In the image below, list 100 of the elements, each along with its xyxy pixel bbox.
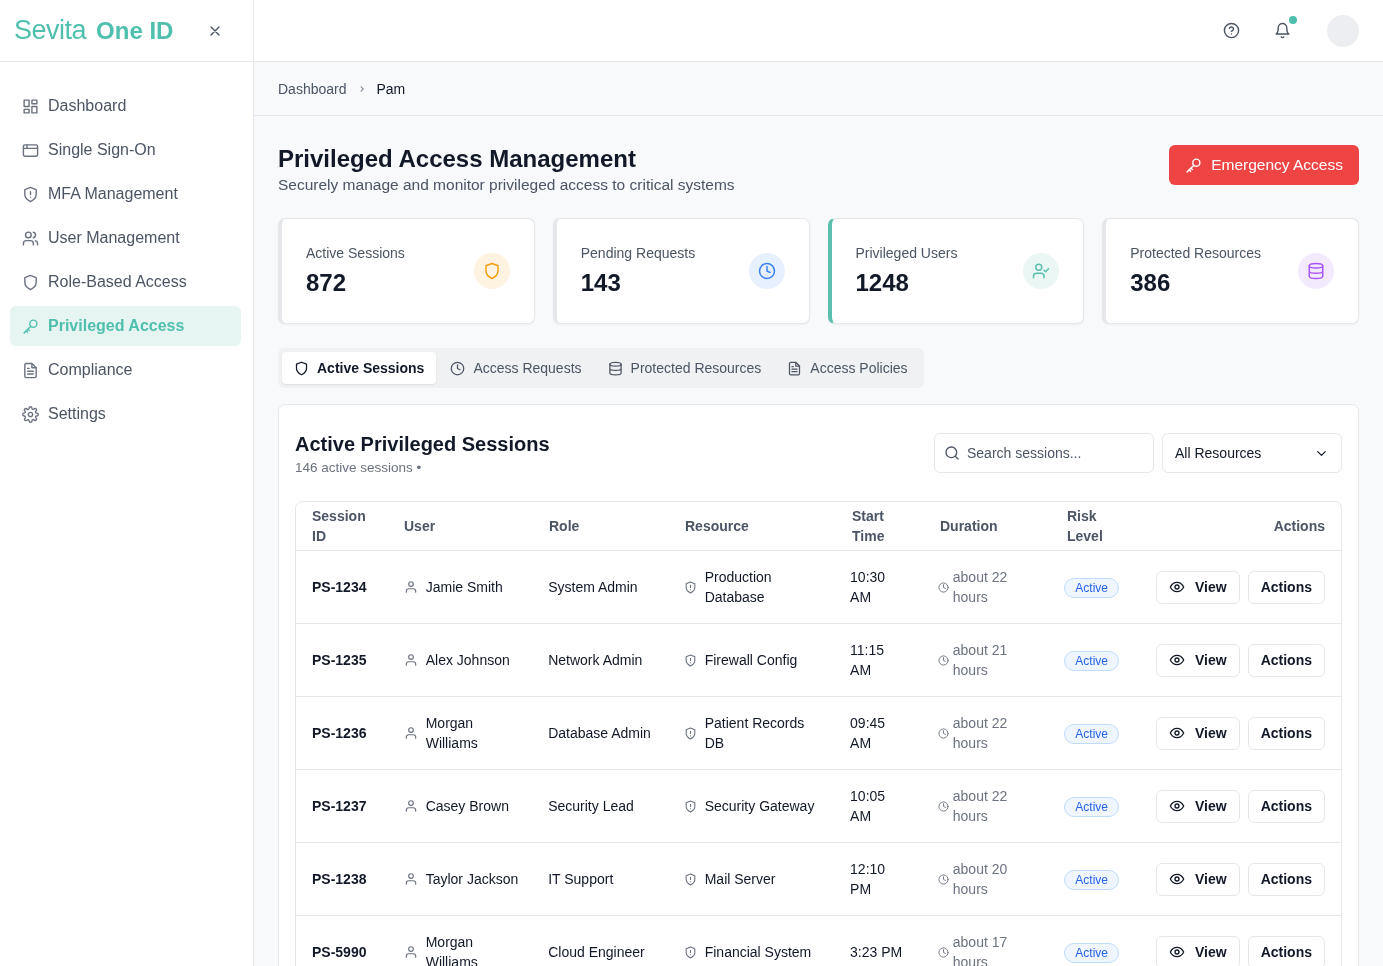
table-cell-text: Security Gateway [704,797,815,816]
eye-icon [1169,579,1185,595]
status-badge: Active [1064,942,1119,963]
shield-icon [22,273,39,291]
eye-icon [1169,798,1185,814]
sidebar-item[interactable]: Compliance [10,350,241,390]
grid-icon [22,97,39,115]
tab[interactable]: Access Policies [775,352,920,384]
table-cell-text: Jamie Smith [425,578,503,597]
gear-icon [22,405,39,423]
clock-icon [937,800,949,812]
shield-icon [294,360,309,376]
sidebar-item[interactable]: Dashboard [10,86,241,126]
table-cell-text: PS-1237 [312,797,368,816]
tab[interactable]: Active Sessions [282,352,437,384]
panel-title: Active Privileged Sessions [295,433,550,456]
tab[interactable]: Access Requests [438,352,594,384]
clock-icon [937,581,949,593]
breadcrumb-link[interactable]: Dashboard [278,80,347,97]
user-icon [403,580,418,594]
column-header: Resource [685,517,750,536]
table-cell-text: PS-5990 [312,943,368,962]
table-cell-text: PS-1236 [312,724,368,743]
stat-value: 1248 [855,269,910,297]
table-cell-text: about 22 hours [952,714,1009,753]
table-cell-text: 12:10 PM [850,860,887,899]
user-icon [403,726,418,740]
eye-icon [1169,652,1185,668]
shield-icon [683,799,697,813]
stat-label: Protected Resources [1130,245,1261,261]
shield-icon [683,945,697,959]
help-icon [1223,22,1240,39]
stat-label: Pending Requests [580,245,696,261]
stat-value: 872 [306,269,348,297]
view-button[interactable]: View [1156,570,1240,604]
shield-icon [683,580,697,594]
emergency-access-button[interactable]: Emergency Access [1169,145,1359,185]
column-header: Session ID [312,507,367,546]
session-count: 146 active sessions • [295,460,423,475]
actions-button[interactable]: Actions [1247,716,1325,750]
product-name: One ID [96,16,174,45]
breadcrumb-link[interactable]: Pam [376,80,406,97]
table-cell-text: Firewall Config [704,651,798,670]
user-icon [403,872,418,886]
table-cell-text: about 20 hours [952,860,1009,899]
status-badge: Active [1064,723,1119,744]
user-icon [403,653,418,667]
stat-value: 386 [1130,269,1172,297]
sidebar-item[interactable]: Role-Based Access [10,262,241,302]
table-cell-text: about 22 hours [952,787,1009,826]
column-header: Actions [1272,517,1325,536]
actions-button[interactable]: Actions [1247,643,1325,677]
search-icon [944,445,960,461]
user-icon [403,799,418,813]
column-header: Risk Level [1067,507,1104,546]
sidebar-item[interactable]: User Management [10,218,241,258]
status-badge: Active [1064,796,1119,817]
table-cell-text: Security Lead [548,797,635,816]
column-header: Start Time [852,507,886,546]
table-cell-text: Financial System [704,943,812,962]
status-badge: Active [1064,577,1119,598]
table-cell-text: PS-1234 [312,578,368,597]
actions-button[interactable]: Actions [1247,570,1325,604]
clock-icon [937,727,949,739]
page-title: Privileged Access Management [278,145,637,173]
table-cell-text: Patient Records DB [704,714,806,753]
table-cell-text: Mail Server [704,870,776,889]
stat-label: Active Sessions [306,245,405,261]
shield-alert-icon [22,185,39,203]
actions-button[interactable]: Actions [1247,935,1325,966]
view-button[interactable]: View [1156,935,1240,966]
search-field[interactable]: Search sessions... [934,433,1154,473]
table-cell-text: 10:30 AM [850,568,887,607]
table-cell-text: Production Database [704,568,773,607]
view-button[interactable]: View [1156,716,1240,750]
view-button[interactable]: View [1156,643,1240,677]
users-icon [22,229,39,247]
view-button[interactable]: View [1156,862,1240,896]
table-cell-text: Taylor Jackson [425,870,519,889]
stat-label: Privileged Users [855,245,958,261]
stat-value: 143 [580,269,622,297]
clock-icon [937,654,949,666]
table-cell-text: 3:23 PM [850,943,903,962]
view-button[interactable]: View [1156,789,1240,823]
key-icon [1185,156,1203,174]
brand-logo: Sevita [14,15,87,46]
actions-button[interactable]: Actions [1247,862,1325,896]
actions-button[interactable]: Actions [1247,789,1325,823]
database-icon [607,360,623,376]
sidebar-item[interactable]: Settings [10,394,241,434]
table-cell-text: 11:15 AM [850,641,886,680]
sidebar-item[interactable]: MFA Management [10,174,241,214]
sidebar-item[interactable]: Single Sign-On [10,130,241,170]
column-header: Role [549,517,581,536]
table-cell-text: IT Support [548,870,615,889]
column-header: Duration [940,517,999,536]
tab[interactable]: Protected Resources [595,352,774,384]
resource-filter-dropdown[interactable]: All Resources [1162,433,1342,473]
table-cell-text: Database Admin [548,724,652,743]
eye-icon [1169,944,1185,960]
